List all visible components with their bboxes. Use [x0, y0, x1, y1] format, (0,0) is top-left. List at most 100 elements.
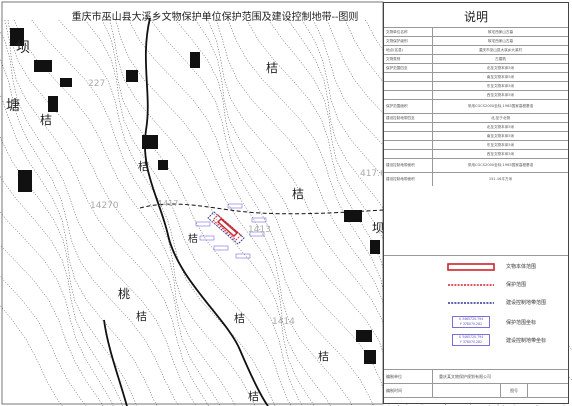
info-row: 地点(区县) 重庆市巫山县大溪乡大溪村 — [384, 45, 568, 54]
info-row: 文物保护级别 故宅西家山古墓 — [384, 36, 568, 45]
info-label — [384, 91, 433, 99]
place-label: 桔 — [136, 309, 147, 323]
place-label: 桔 — [234, 311, 245, 325]
building-block — [126, 70, 138, 82]
info-row: 东至文物本体5米 — [384, 81, 568, 90]
info-value: 南至文物本体5米 — [486, 134, 515, 138]
elevation-label: 1414 — [272, 317, 295, 327]
info-row: 南至文物本体5米 — [384, 131, 568, 140]
coord-y: Y 378070.282 — [459, 340, 483, 344]
legend-item-control: 建设控制地带范围 — [384, 294, 568, 312]
legend-item-heritage: 文物本体范围 — [384, 258, 568, 276]
info-value: 北至文物本体5米 — [486, 125, 515, 129]
info-row: 文物单位名称 故宅西家山古墓 — [384, 27, 568, 36]
info-value: 南至文物本体5米 — [486, 75, 515, 79]
place-label: 桔 — [318, 349, 329, 363]
info-label — [384, 123, 433, 131]
info-row: 南至文物本体5米 — [384, 72, 568, 81]
info-table: 文物单位名称 故宅西家山古墓 文物保护级别 故宅西家山古墓 地点(区县) 重庆市巫山县… — [384, 27, 568, 186]
info-value: 采用CGCS2000坐标,1985国家高程基准 — [467, 104, 534, 108]
info-value: 重庆市巫山县大溪乡大溪村 — [478, 48, 523, 52]
footer-sheet-label: 图号 — [500, 384, 527, 397]
map-title: 重庆市巫山县大溪乡文物保护单位保护范围及建设控制地带--图则 — [71, 12, 359, 23]
footer-sheet-value — [527, 384, 568, 397]
place-label: 塘 — [6, 98, 20, 114]
info-value: 北至文物本体5米 — [486, 66, 515, 70]
info-label — [384, 132, 433, 140]
info-row: 东至文物本体5米 — [384, 140, 568, 149]
legend-symbols: 文物本体范围 保护范围 建设控制地带范围 X 3465720.794 Y 3780… — [384, 255, 568, 354]
protection-line-symbol — [448, 284, 494, 286]
info-value: 西至文物本体5米 — [486, 152, 515, 156]
footer-label: 编制单位 — [384, 370, 433, 383]
place-label: 桔 — [138, 159, 149, 173]
info-label: 建设控制地带面积 — [384, 159, 433, 172]
legend-item-protection-coord: X 3465720.794 Y 378070.282 保护范围坐标 — [384, 314, 568, 332]
info-row: 文物类别 古建筑 — [384, 54, 568, 63]
legend-label: 文物本体范围 — [506, 264, 537, 270]
legend-item-control-coord: X 3465720.794 Y 378070.282 建设控制地带坐标 — [384, 332, 568, 350]
info-label — [384, 73, 433, 81]
map-sheet: 坝塘桔桔桔桔桔桃桔桔桔桔坝 227 14270 1417 1413 417.6 1414 … — [0, 0, 572, 406]
info-label: 保护范围面积 — [384, 100, 433, 113]
building-block — [370, 240, 380, 254]
footer-row: 编制单位 重庆某文物保护规划有限公司 — [384, 370, 568, 384]
info-row: 北至文物本体5米 — [384, 122, 568, 131]
info-label: 地点(区县) — [384, 46, 433, 54]
info-row: 建设控制地带面积 151.16平方米 — [384, 172, 568, 186]
info-row: 保护范围面积 采用CGCS2000坐标,1985国家高程基准 — [384, 99, 568, 113]
place-label: 桔 — [248, 389, 259, 403]
building-block — [364, 350, 376, 364]
info-row: 建设控制地带面积 采用CGCS2000坐标,1985国家高程基准 — [384, 158, 568, 172]
legend-label: 建设控制地带坐标 — [506, 338, 547, 344]
info-value: 故宅西家山古墓 — [487, 39, 514, 43]
info-row: 保护范围四至 北至文物本体5米 — [384, 63, 568, 72]
info-label: 文物保护级别 — [384, 37, 433, 45]
info-label — [384, 82, 433, 90]
info-label: 文物类别 — [384, 55, 433, 63]
legend-label: 保护范围坐标 — [506, 320, 537, 326]
info-row: 建设控制地带四至 北,至于北侧 — [384, 113, 568, 122]
building-block — [190, 52, 200, 68]
coord-y: Y 378070.282 — [459, 322, 483, 326]
building-block — [142, 135, 158, 149]
place-label: 桔 — [188, 232, 198, 245]
place-label: 坝 — [16, 40, 30, 56]
building-block — [48, 96, 58, 112]
elevation-label: 1413 — [248, 225, 271, 235]
info-value: 北,至于北侧 — [490, 116, 511, 120]
info-label: 建设控制地带面积 — [384, 173, 433, 186]
info-label: 建设控制地带四至 — [384, 114, 433, 122]
coord-box: X 3465720.794 Y 378070.282 — [452, 334, 490, 346]
legend-panel: 说明 文物单位名称 故宅西家山古墓 文物保护级别 故宅西家山古墓 地点(区县) 重庆市… — [383, 2, 569, 404]
place-label: 桔 — [292, 187, 304, 201]
footer-value: 重庆某文物保护规划有限公司 — [439, 374, 491, 379]
info-label: 文物单位名称 — [384, 28, 433, 36]
building-block — [60, 78, 72, 87]
info-value: 西至文物本体5米 — [486, 93, 515, 97]
legend-item-protection: 保护范围 — [384, 276, 568, 294]
info-row: 西至文物本体5米 — [384, 90, 568, 99]
elevation-label: 227 — [88, 79, 105, 89]
info-label — [384, 141, 433, 149]
place-label: 桔 — [40, 113, 52, 127]
legend-title: 说明 — [463, 10, 488, 24]
building-block — [356, 330, 372, 342]
info-value: 故宅西家山古墓 — [487, 30, 514, 34]
elevation-label: 1417 — [158, 199, 178, 208]
place-label: 桃 — [118, 286, 130, 301]
footer-value — [433, 384, 500, 397]
control-line-symbol — [448, 302, 494, 304]
footer-block: 编制单位 重庆某文物保护规划有限公司 编制时间 图号 — [384, 369, 568, 398]
place-label: 桔 — [266, 61, 278, 75]
legend-label: 保护范围 — [506, 282, 527, 288]
info-value: 采用CGCS2000坐标,1985国家高程基准 — [467, 163, 534, 167]
info-value: 东至文物本体5米 — [486, 143, 515, 147]
info-value: 东至文物本体5米 — [486, 84, 515, 88]
building-block — [344, 210, 362, 222]
info-label: 保护范围四至 — [384, 64, 433, 72]
elevation-label: 14270 — [90, 201, 119, 211]
footer-row: 编制时间 图号 — [384, 384, 568, 398]
info-label — [384, 150, 433, 158]
heritage-boundary-symbol — [447, 263, 495, 271]
